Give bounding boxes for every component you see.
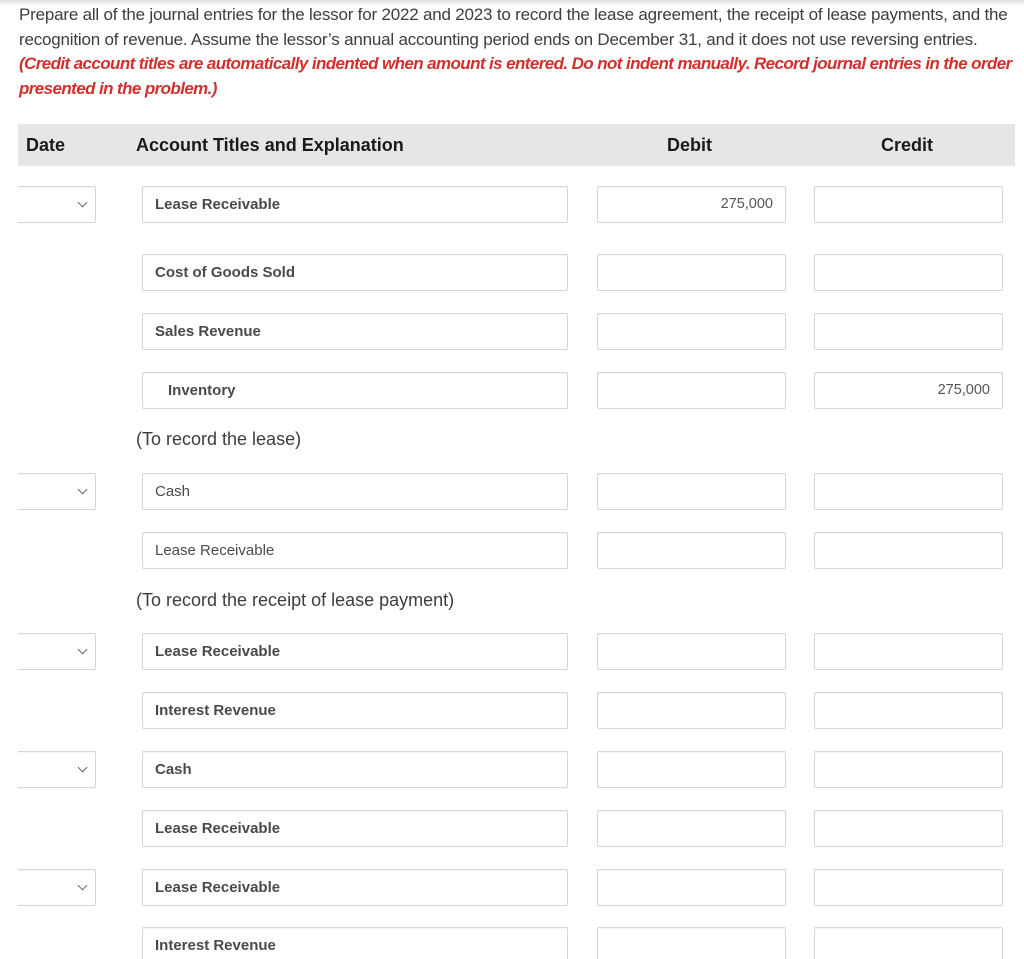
chevron-down-icon bbox=[77, 762, 88, 773]
account-title-field[interactable]: Sales Revenue bbox=[142, 313, 568, 350]
account-title-field[interactable]: Lease Receivable bbox=[142, 532, 568, 569]
chevron-down-icon bbox=[77, 880, 88, 891]
header-account: Account Titles and Explanation bbox=[136, 135, 404, 155]
entry-explanation: (To record the lease) bbox=[136, 429, 302, 449]
entry-explanation: (To record the receipt of lease payment) bbox=[136, 590, 455, 610]
debit-field[interactable] bbox=[597, 751, 786, 788]
account-title-field[interactable]: Cash bbox=[142, 473, 568, 510]
account-title-field[interactable]: Lease Receivable bbox=[142, 633, 568, 670]
date-select[interactable] bbox=[18, 473, 96, 510]
credit-field[interactable] bbox=[814, 473, 1003, 510]
date-select[interactable] bbox=[18, 186, 96, 223]
account-title-field[interactable]: Cost of Goods Sold bbox=[142, 254, 568, 291]
chevron-down-icon bbox=[77, 644, 88, 655]
chevron-down-icon bbox=[77, 197, 88, 208]
account-title-field[interactable]: Lease Receivable bbox=[142, 869, 568, 906]
debit-field[interactable] bbox=[597, 692, 786, 729]
credit-field[interactable] bbox=[814, 751, 1003, 788]
credit-field[interactable] bbox=[814, 692, 1003, 729]
credit-field[interactable] bbox=[814, 313, 1003, 350]
instructions-text: Prepare all of the journal entries for t… bbox=[19, 5, 1008, 49]
credit-field[interactable] bbox=[814, 186, 1003, 223]
instructions: Prepare all of the journal entries for t… bbox=[19, 3, 1019, 101]
credit-field[interactable] bbox=[814, 927, 1003, 959]
header-debit: Debit bbox=[667, 135, 712, 155]
header-date: Date bbox=[26, 135, 66, 155]
credit-field[interactable] bbox=[814, 532, 1003, 569]
credit-field[interactable] bbox=[814, 810, 1003, 847]
header-credit: Credit bbox=[881, 135, 934, 155]
debit-field[interactable] bbox=[597, 254, 786, 291]
debit-field[interactable] bbox=[597, 313, 786, 350]
date-select[interactable] bbox=[18, 751, 96, 788]
account-title-field[interactable]: Interest Revenue bbox=[142, 927, 568, 959]
table-header: Date Account Titles and Explanation Debi… bbox=[18, 124, 1015, 166]
account-title-field[interactable]: Inventory bbox=[142, 372, 568, 409]
credit-field[interactable] bbox=[814, 869, 1003, 906]
credit-field[interactable] bbox=[814, 254, 1003, 291]
debit-field[interactable] bbox=[597, 473, 786, 510]
debit-field[interactable] bbox=[597, 372, 786, 409]
debit-field[interactable] bbox=[597, 532, 786, 569]
account-title-field[interactable]: Cash bbox=[142, 751, 568, 788]
date-select[interactable] bbox=[18, 869, 96, 906]
debit-field[interactable] bbox=[597, 927, 786, 959]
debit-field[interactable] bbox=[597, 633, 786, 670]
debit-field[interactable] bbox=[597, 869, 786, 906]
date-select[interactable] bbox=[18, 633, 96, 670]
account-title-field[interactable]: Lease Receivable bbox=[142, 186, 568, 223]
debit-field[interactable] bbox=[597, 810, 786, 847]
chevron-down-icon bbox=[77, 484, 88, 495]
credit-field[interactable]: 275,000 bbox=[814, 372, 1003, 409]
instructions-note: (Credit account titles are automatically… bbox=[19, 54, 1012, 98]
account-title-field[interactable]: Interest Revenue bbox=[142, 692, 568, 729]
debit-field[interactable]: 275,000 bbox=[597, 186, 786, 223]
credit-field[interactable] bbox=[814, 633, 1003, 670]
account-title-field[interactable]: Lease Receivable bbox=[142, 810, 568, 847]
